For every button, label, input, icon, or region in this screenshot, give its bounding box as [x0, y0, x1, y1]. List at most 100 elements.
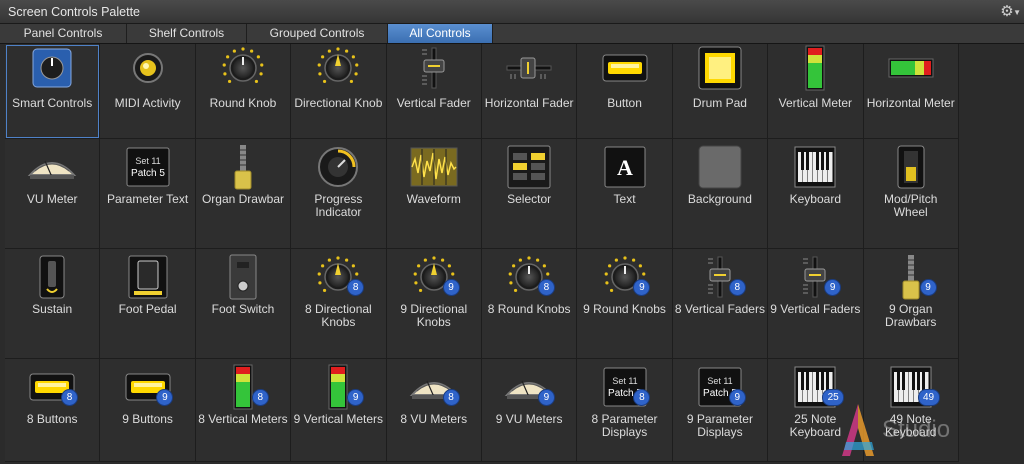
- vertical-fader-icon: [673, 255, 767, 299]
- control-label: 9 Buttons: [122, 412, 173, 426]
- control-label: Mod/Pitch Wheel: [884, 192, 938, 219]
- control-label: 8 VU Meters: [400, 412, 468, 426]
- tab-shelf-controls[interactable]: Shelf Controls: [127, 24, 247, 43]
- control-item[interactable]: Round Knob: [195, 44, 292, 139]
- control-label: Selector: [507, 192, 552, 206]
- parameter-display-line2: Patch 5: [131, 168, 165, 179]
- directional-knob-icon: [291, 255, 385, 299]
- control-label: Foot Pedal: [118, 302, 177, 316]
- vertical-meter-icon: [196, 364, 290, 410]
- control-item[interactable]: Waveform: [386, 139, 482, 249]
- vu-meter-icon: [387, 365, 481, 409]
- control-label: 9 Parameter Displays: [686, 412, 753, 439]
- control-item[interactable]: 8 8 VU Meters: [386, 359, 482, 462]
- control-label: Vertical Meter: [778, 96, 852, 110]
- control-item[interactable]: Organ Drawbar: [195, 139, 292, 249]
- control-label: Round Knob: [209, 96, 277, 110]
- tab-all-controls[interactable]: All Controls: [388, 24, 493, 43]
- control-item[interactable]: Button: [577, 44, 673, 139]
- tab-grouped-controls[interactable]: Grouped Controls: [247, 24, 388, 43]
- control-item[interactable]: Mod/Pitch Wheel: [863, 139, 959, 249]
- count-badge: 9: [728, 389, 746, 406]
- mod-pitch-wheel-icon: [864, 145, 958, 189]
- control-item[interactable]: Horizontal Meter: [863, 44, 959, 139]
- chevron-down-icon: ▼: [1013, 8, 1021, 17]
- watermark: Studio: [838, 398, 1018, 460]
- control-item[interactable]: A Text: [577, 139, 673, 249]
- control-item[interactable]: Foot Pedal: [100, 249, 196, 359]
- count-badge: 8: [442, 389, 460, 406]
- control-item[interactable]: 9 9 Vertical Faders: [768, 249, 864, 359]
- control-label: Horizontal Meter: [866, 96, 955, 110]
- control-item[interactable]: Selector: [481, 139, 578, 249]
- parameter-display-line1: Set 11: [612, 376, 637, 386]
- tab-bar: Panel Controls Shelf Controls Grouped Co…: [0, 24, 1024, 44]
- control-label: Vertical Fader: [396, 96, 471, 110]
- control-label: 9 Directional Knobs: [400, 302, 468, 329]
- count-badge: 8: [728, 279, 746, 296]
- control-item[interactable]: 8 8 Vertical Meters: [195, 359, 292, 462]
- foot-switch-icon: [196, 254, 290, 300]
- control-label: Keyboard: [789, 192, 841, 206]
- control-item[interactable]: Vertical Meter: [768, 44, 864, 139]
- control-item[interactable]: Progress Indicator: [291, 139, 387, 249]
- count-badge: 8: [61, 389, 78, 406]
- control-label: Drum Pad: [692, 96, 747, 110]
- button-icon: [100, 365, 194, 409]
- sustain-icon: [5, 255, 99, 299]
- control-item[interactable]: 9 9 Directional Knobs: [386, 249, 482, 359]
- control-label: Foot Switch: [211, 302, 275, 316]
- control-label: 9 Vertical Faders: [770, 302, 861, 316]
- control-item[interactable]: Sustain: [5, 249, 101, 359]
- window-title: Screen Controls Palette: [8, 5, 141, 19]
- control-item[interactable]: 8 8 Round Knobs: [481, 249, 578, 359]
- control-label: Progress Indicator: [314, 192, 363, 219]
- background-icon: [673, 145, 767, 189]
- control-item[interactable]: Set 11 Patch 5 88 Parameter Displays: [577, 359, 673, 462]
- count-badge: 9: [919, 279, 937, 296]
- vertical-meter-icon: [768, 45, 862, 91]
- control-item[interactable]: Set 11 Patch 5 Parameter Text: [100, 139, 196, 249]
- parameter-text-icon: Set 11 Patch 5: [577, 365, 671, 409]
- control-item[interactable]: 8 8 Buttons: [5, 359, 101, 462]
- control-item[interactable]: Smart Controls: [5, 44, 101, 139]
- settings-menu-button[interactable]: ⚙ ▼: [996, 3, 1021, 21]
- count-badge: 8: [537, 279, 555, 296]
- control-item[interactable]: 99 Vertical Meters: [291, 359, 387, 462]
- gear-icon: ⚙: [1000, 3, 1014, 20]
- vu-meter-icon: [482, 365, 576, 409]
- control-item[interactable]: 9 9 Organ Drawbars: [863, 249, 959, 359]
- control-item[interactable]: Set 11 Patch 5 9 9 Parameter Displays: [672, 359, 769, 462]
- control-item[interactable]: VU Meter: [5, 139, 101, 249]
- control-item[interactable]: Horizontal Fader: [481, 44, 578, 139]
- control-item[interactable]: Foot Switch: [195, 249, 292, 359]
- control-item[interactable]: 8 8 Vertical Faders: [672, 249, 769, 359]
- control-item[interactable]: Keyboard: [768, 139, 864, 249]
- control-label: Button: [607, 96, 642, 110]
- control-item[interactable]: 9 9 VU Meters: [481, 359, 578, 462]
- selector-icon: [482, 145, 576, 189]
- control-item[interactable]: Directional Knob: [291, 44, 387, 139]
- parameter-text-icon: Set 11 Patch 5: [673, 365, 767, 409]
- control-item[interactable]: Drum Pad: [672, 44, 769, 139]
- control-item[interactable]: 99 Buttons: [100, 359, 196, 462]
- control-item[interactable]: 99 Round Knobs: [577, 249, 673, 359]
- control-item[interactable]: 88 Directional Knobs: [291, 249, 387, 359]
- control-label: 8 Parameter Displays: [591, 412, 658, 439]
- directional-knob-icon: [291, 46, 385, 90]
- control-item[interactable]: MIDI Activity: [100, 44, 196, 139]
- tab-panel-controls[interactable]: Panel Controls: [0, 24, 127, 43]
- parameter-display-line1: Set 11: [707, 376, 732, 386]
- button-icon: [577, 46, 671, 90]
- count-badge: 9: [442, 279, 460, 296]
- vu-meter-icon: [5, 145, 99, 189]
- keyboard-icon: [768, 145, 862, 189]
- count-badge: 9: [824, 279, 842, 296]
- control-item[interactable]: Vertical Fader: [386, 44, 482, 139]
- control-label: 9 Organ Drawbars: [885, 302, 937, 329]
- organ-drawbar-icon: [196, 145, 290, 190]
- waveform-icon: [387, 145, 481, 189]
- vertical-fader-icon: [768, 255, 862, 299]
- control-label: 8 Vertical Faders: [674, 302, 765, 316]
- control-item[interactable]: Background: [672, 139, 769, 249]
